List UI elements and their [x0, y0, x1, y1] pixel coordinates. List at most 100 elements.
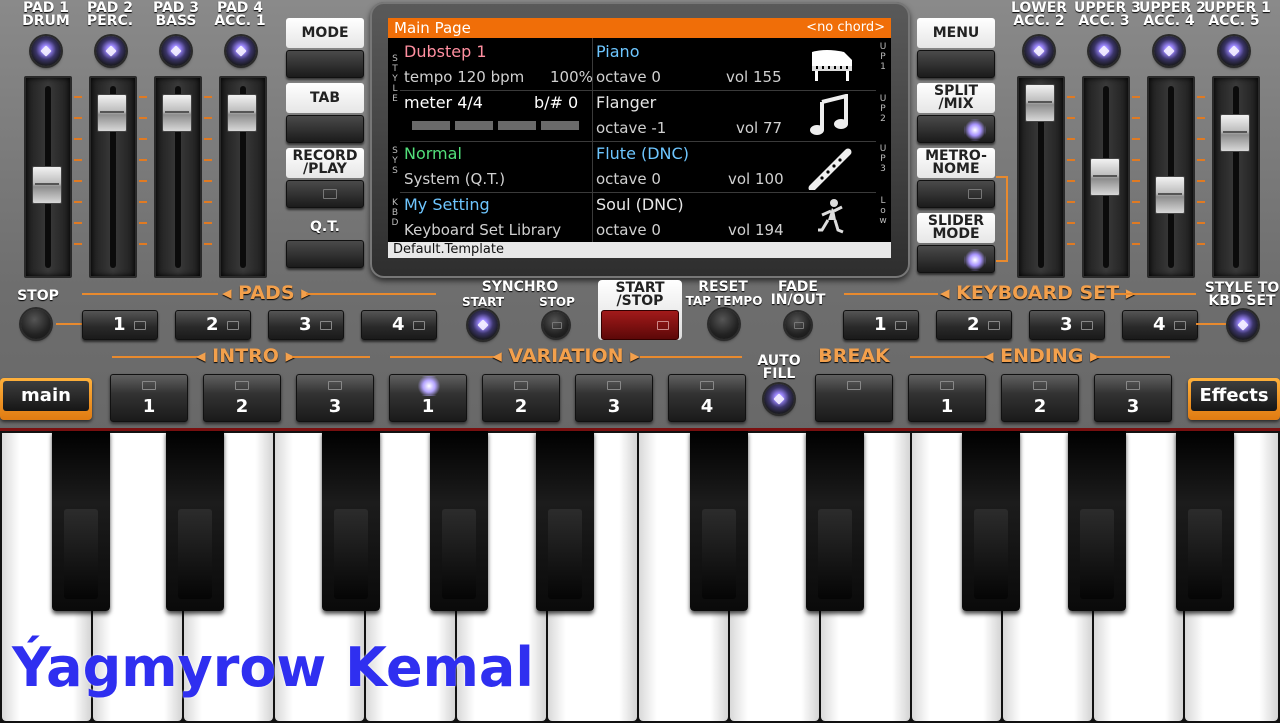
upper1-acc5-label: UPPER 1 ACC. 5	[1204, 0, 1271, 29]
voice-octave: octave -1	[596, 119, 667, 137]
reset-tap-tempo-button[interactable]	[709, 309, 739, 339]
split-mix-key[interactable]	[917, 115, 995, 143]
pad2-slider[interactable]	[89, 76, 137, 278]
record-play-button[interactable]: RECORD /PLAY	[286, 148, 364, 208]
lower-slider[interactable]	[1017, 76, 1065, 278]
intro-button-2[interactable]: 2	[203, 374, 281, 422]
start-stop-button[interactable]	[601, 310, 679, 340]
style-tempo[interactable]: tempo 120 bpm	[404, 68, 524, 86]
kbd-set-button-4[interactable]: 4	[1122, 310, 1198, 340]
intro-button-3[interactable]: 3	[296, 374, 374, 422]
menu-key[interactable]	[917, 50, 995, 78]
voice-vol: vol 77	[736, 119, 783, 137]
intro-button-1[interactable]: 1	[110, 374, 188, 422]
stop-label: STOP	[17, 288, 59, 304]
fade-in-out-button[interactable]	[785, 312, 811, 338]
black-key[interactable]	[52, 431, 110, 611]
kbd-name[interactable]: My Setting	[404, 195, 490, 214]
black-key[interactable]	[1068, 431, 1126, 611]
pad-button-3[interactable]: 3	[268, 310, 344, 340]
upper2-knob[interactable]	[1154, 36, 1184, 66]
black-key[interactable]	[322, 431, 380, 611]
metronome-key[interactable]	[917, 180, 995, 208]
pads-connector	[56, 323, 82, 325]
black-key[interactable]	[806, 431, 864, 611]
voice-name: Soul (DNC)	[596, 195, 684, 214]
style-to-kbd-set-button[interactable]	[1228, 310, 1258, 340]
menu-button[interactable]: MENU	[917, 18, 995, 78]
tab-button[interactable]: TAB	[286, 83, 364, 143]
pad3-knob[interactable]	[161, 36, 191, 66]
pads-rule-right	[306, 293, 436, 295]
mode-button[interactable]: MODE	[286, 18, 364, 78]
slider-mode-key[interactable]	[917, 245, 995, 273]
ending-button-1[interactable]: 1	[908, 374, 986, 422]
pad1-slider-thumb[interactable]	[32, 166, 62, 204]
variation-button-4[interactable]: 4	[668, 374, 746, 422]
kbd-set-button-3[interactable]: 3	[1029, 310, 1105, 340]
upper2-slider-thumb[interactable]	[1155, 176, 1185, 214]
pad3-slider-thumb[interactable]	[162, 94, 192, 132]
pad1-slider[interactable]	[24, 76, 72, 278]
upper3-slider[interactable]	[1082, 76, 1130, 278]
pad1-knob[interactable]	[31, 36, 61, 66]
split-mix-button[interactable]: SPLIT /MIX	[917, 83, 995, 143]
upper1-knob[interactable]	[1219, 36, 1249, 66]
variation-button-1[interactable]: 1	[389, 374, 467, 422]
upper2-slider[interactable]	[1147, 76, 1195, 278]
black-key[interactable]	[536, 431, 594, 611]
tab-key[interactable]	[286, 115, 364, 143]
effects-button[interactable]: Effects	[1188, 378, 1280, 420]
black-key[interactable]	[166, 431, 224, 611]
synchro-start-button[interactable]	[468, 310, 498, 340]
black-key[interactable]	[690, 431, 748, 611]
pads-rule-left	[82, 293, 218, 295]
main-button[interactable]: main	[0, 378, 92, 420]
piano-icon	[812, 50, 852, 81]
mode-key[interactable]	[286, 50, 364, 78]
auto-fill-button[interactable]	[764, 384, 794, 414]
variation-section-title: ◂ VARIATION ▸	[492, 345, 640, 367]
pad2-slider-thumb[interactable]	[97, 94, 127, 132]
upper3-slider-thumb[interactable]	[1090, 158, 1120, 196]
black-key[interactable]	[962, 431, 1020, 611]
break-button[interactable]	[815, 374, 893, 422]
slider-mode-button[interactable]: SLIDER MODE	[917, 213, 995, 273]
lower-knob[interactable]	[1024, 36, 1054, 66]
stop-button[interactable]	[21, 309, 51, 339]
pad4-knob[interactable]	[226, 36, 256, 66]
upper1-slider-thumb[interactable]	[1220, 114, 1250, 152]
metronome-button[interactable]: METRO- NOME	[917, 148, 995, 208]
ending-button-3[interactable]: 3	[1094, 374, 1172, 422]
qt-button[interactable]: Q.T.	[286, 216, 364, 268]
pad-button-2[interactable]: 2	[175, 310, 251, 340]
kbd-set-button-1[interactable]: 1	[843, 310, 919, 340]
lower-slider-thumb[interactable]	[1025, 84, 1055, 122]
black-key[interactable]	[1176, 431, 1234, 611]
variation-button-2[interactable]: 2	[482, 374, 560, 422]
break-section-title: BREAK	[818, 345, 890, 367]
ending-button-2[interactable]: 2	[1001, 374, 1079, 422]
qt-key[interactable]	[286, 240, 364, 268]
up3-side-label: UP3	[879, 144, 887, 174]
sys-name[interactable]: Normal	[404, 144, 462, 163]
record-play-key[interactable]	[286, 180, 364, 208]
synchro-stop-button[interactable]	[543, 312, 569, 338]
pad4-slider-thumb[interactable]	[227, 94, 257, 132]
upper1-slider[interactable]	[1212, 76, 1260, 278]
mode-label: MODE	[286, 18, 364, 48]
pad4-slider[interactable]	[219, 76, 267, 278]
kbdset-rule-right	[1114, 293, 1196, 295]
pad3-slider[interactable]	[154, 76, 202, 278]
voice-name: Flute (DNC)	[596, 144, 689, 163]
pad2-knob[interactable]	[96, 36, 126, 66]
kbdset-rule-left	[844, 293, 938, 295]
upper3-knob[interactable]	[1089, 36, 1119, 66]
kbd-set-button-2[interactable]: 2	[936, 310, 1012, 340]
variation-button-3[interactable]: 3	[575, 374, 653, 422]
black-key[interactable]	[430, 431, 488, 611]
style-name[interactable]: Dubstep 1	[404, 42, 487, 61]
kbd-side-label: KBD	[391, 198, 399, 228]
pad-button-1[interactable]: 1	[82, 310, 158, 340]
pad-button-4[interactable]: 4	[361, 310, 437, 340]
